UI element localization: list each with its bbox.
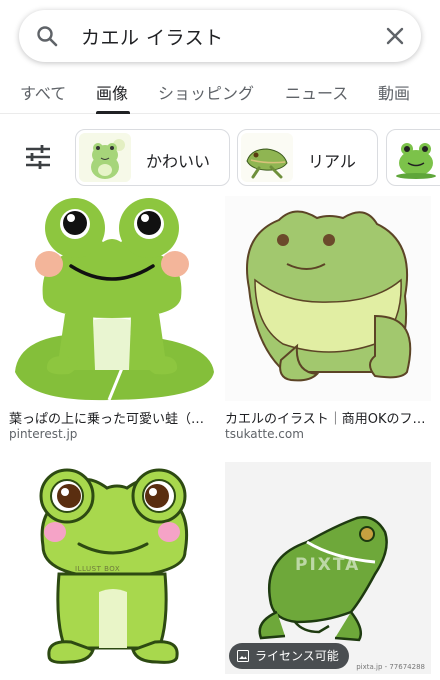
chip-thumbnail — [241, 133, 293, 182]
chip-thumbnail — [79, 133, 131, 182]
license-badge-label: ライセンス可能 — [255, 649, 339, 663]
chip-thumbnail — [390, 133, 440, 182]
chip-label: かわいい — [146, 152, 211, 171]
tab-shopping[interactable]: ショッピング — [158, 80, 254, 104]
active-tab-indicator — [96, 111, 130, 114]
chip-more[interactable] — [386, 129, 440, 186]
tab-all[interactable]: すべて — [20, 80, 66, 104]
filter-chips: かわいい リアル — [0, 128, 440, 186]
result-title[interactable]: カエルのイラスト｜商用OKのフリー素材 — [225, 408, 431, 427]
search-icon[interactable] — [35, 24, 59, 48]
image-credit: pixta.jp - 77674288 — [356, 663, 425, 671]
tab-videos[interactable]: 動画 — [378, 80, 410, 104]
watermark: ILLUST BOX — [75, 565, 121, 573]
image-result[interactable]: PIXTA ライセンス可能 pixta.jp - 77674288 — [225, 462, 431, 680]
tab-news[interactable]: ニュース — [285, 80, 348, 104]
chip-real[interactable]: リアル — [237, 129, 378, 186]
license-badge[interactable]: ライセンス可能 — [229, 643, 349, 669]
result-image[interactable]: ILLUST BOX — [9, 462, 215, 680]
image-icon — [237, 650, 249, 662]
image-result[interactable]: カエルのイラスト｜商用OKのフリー素材 tsukatte.com — [225, 196, 431, 446]
image-result[interactable]: ILLUST BOX — [9, 462, 215, 680]
watermark: PIXTA — [295, 555, 361, 575]
tab-images[interactable]: 画像 — [96, 80, 128, 104]
result-title[interactable]: 葉っぱの上に乗った可愛い蛙（イラスト） — [9, 408, 215, 427]
chip-label: リアル — [308, 152, 356, 171]
result-image[interactable] — [225, 196, 431, 401]
close-icon[interactable] — [383, 24, 407, 48]
search-tabs: すべて 画像 ショッピング ニュース 動画 — [0, 70, 440, 114]
search-bar[interactable]: カエル イラスト — [19, 10, 421, 62]
tune-icon[interactable] — [22, 142, 54, 172]
result-image[interactable] — [9, 196, 215, 401]
chip-kawaii[interactable]: かわいい — [75, 129, 230, 186]
result-source[interactable]: pinterest.jp — [9, 427, 77, 441]
result-source[interactable]: tsukatte.com — [225, 427, 304, 441]
search-input[interactable]: カエル イラスト — [81, 23, 224, 50]
image-result[interactable]: 葉っぱの上に乗った可愛い蛙（イラスト） pinterest.jp — [9, 196, 215, 446]
result-image[interactable]: PIXTA ライセンス可能 pixta.jp - 77674288 — [225, 462, 431, 674]
